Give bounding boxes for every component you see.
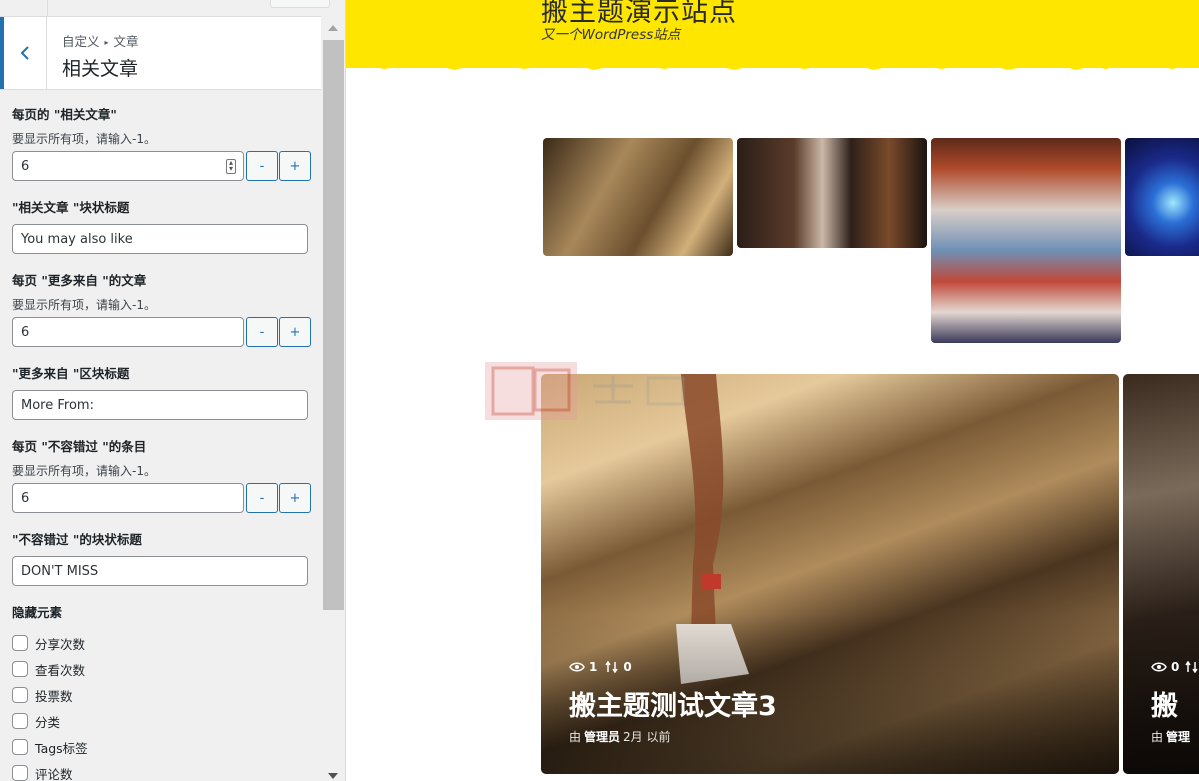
checkbox-label[interactable]: Tags标签 [35, 738, 88, 757]
control-label: 每页 "不容错过 "的条目 [12, 439, 147, 454]
related-post-thumbnail[interactable] [737, 138, 927, 248]
sidebar-scrollbar[interactable] [322, 16, 345, 781]
more-from-count-control: 每页 "更多来自 "的文章 要显示所有项，请输入-1。 6 - + [12, 272, 312, 347]
dont-miss-count-control: 每页 "不容错过 "的条目 要显示所有项，请输入-1。 6 - + [12, 438, 312, 513]
post-stats: 1 0 [569, 660, 632, 674]
related-post-thumbnail[interactable] [543, 138, 733, 256]
breadcrumb-root: 自定义 [62, 34, 100, 49]
control-label: "不容错过 "的块状标题 [12, 532, 142, 547]
related-posts-count-control: 每页的 "相关文章" 要显示所有项，请输入-1。 6 ▴ ▾ - + [12, 106, 312, 181]
section-title: 相关文章 [62, 58, 139, 80]
back-button[interactable] [0, 17, 47, 89]
checkbox[interactable] [12, 713, 28, 729]
control-description: 要显示所有项，请输入-1。 [12, 298, 156, 312]
related-posts-title-input[interactable]: You may also like [12, 224, 308, 254]
control-description: 要显示所有项，请输入-1。 [12, 132, 156, 146]
customizer-topbar [0, 0, 345, 16]
post-title[interactable]: 搬主题测试文章3 [569, 684, 777, 723]
view-count: 1 [589, 660, 598, 674]
control-label: 隐藏元素 [12, 605, 63, 620]
input-value: 6 [21, 490, 30, 506]
spinner-icon[interactable]: ▴ ▾ [226, 159, 236, 174]
publish-button[interactable] [270, 0, 330, 8]
scroll-down-arrow-icon[interactable] [328, 773, 338, 779]
related-post-thumbnail[interactable] [1125, 138, 1199, 256]
post-time: 2月 以前 [623, 730, 671, 744]
checkbox-item[interactable]: 投票数 [12, 682, 312, 708]
post-by-label: 由 [1151, 730, 1164, 744]
checkbox-item[interactable]: 评论数 [12, 760, 312, 781]
controls-panel: 每页的 "相关文章" 要显示所有项，请输入-1。 6 ▴ ▾ - + "相关文章 … [12, 106, 312, 781]
scrollbar-thumb[interactable] [323, 40, 344, 610]
dont-miss-title-input[interactable]: DON'T MISS [12, 556, 308, 586]
breadcrumb-separator-icon: ▸ [104, 38, 109, 47]
hide-elements-control: 隐藏元素 分享次数 查看次数 投票数 分类 Tags标签 评论数 [12, 604, 312, 781]
post-meta: 由管理员 2月 以前 [569, 728, 670, 745]
increment-button[interactable]: + [279, 151, 311, 181]
dont-miss-title-control: "不容错过 "的块状标题 DON'T MISS [12, 531, 312, 586]
control-label: 每页的 "相关文章" [12, 107, 117, 122]
checkbox[interactable] [12, 687, 28, 703]
checkbox[interactable] [12, 765, 28, 781]
eye-icon [1151, 662, 1167, 672]
related-posts-title-control: "相关文章 "块状标题 You may also like [12, 199, 312, 254]
scroll-up-arrow-icon[interactable] [328, 25, 338, 31]
checkbox-label[interactable]: 分类 [35, 712, 60, 731]
post-title[interactable]: 搬 [1151, 684, 1178, 723]
view-count: 0 [1171, 660, 1180, 674]
checkbox[interactable] [12, 739, 28, 755]
topbar-divider [47, 0, 48, 16]
checkbox-label[interactable]: 投票数 [35, 686, 73, 705]
site-tagline: 又一个WordPress站点 [541, 27, 681, 43]
more-from-title-input[interactable]: More From: [12, 390, 308, 420]
checkbox-item[interactable]: Tags标签 [12, 734, 312, 760]
share-arrows-icon [1185, 661, 1198, 673]
related-posts-count-input[interactable]: 6 ▴ ▾ [12, 151, 244, 181]
more-from-title-control: "更多来自 "区块标题 More From: [12, 365, 312, 420]
control-label: 每页 "更多来自 "的文章 [12, 273, 147, 288]
post-author[interactable]: 管理员 [584, 730, 620, 744]
checkbox-item[interactable]: 分类 [12, 708, 312, 734]
checkbox[interactable] [12, 635, 28, 651]
site-preview: 搬主题演示站点 又一个WordPress站点 1 0 搬主题测试文章3 由管理员… [346, 0, 1199, 781]
second-post-card[interactable]: 0 0 搬 由管理 [1123, 374, 1199, 774]
more-from-count-input[interactable]: 6 [12, 317, 244, 347]
post-stats: 0 0 [1151, 660, 1199, 674]
control-label: "相关文章 "块状标题 [12, 200, 130, 215]
checkbox-list: 分享次数 查看次数 投票数 分类 Tags标签 评论数 [12, 630, 312, 781]
checkbox-label[interactable]: 评论数 [35, 764, 73, 781]
control-description: 要显示所有项，请输入-1。 [12, 464, 156, 478]
checkbox-label[interactable]: 查看次数 [35, 660, 85, 679]
increment-button[interactable]: + [279, 317, 311, 347]
post-by-label: 由 [569, 730, 582, 744]
checkbox-item[interactable]: 查看次数 [12, 656, 312, 682]
increment-button[interactable]: + [279, 483, 311, 513]
post-author[interactable]: 管理 [1166, 730, 1190, 744]
checkbox-item[interactable]: 分享次数 [12, 630, 312, 656]
breadcrumb-parent: 文章 [113, 34, 139, 49]
chevron-left-icon [20, 46, 29, 60]
input-value: 6 [21, 158, 30, 174]
watermark-logo [485, 362, 685, 420]
breadcrumb: 自定义 ▸ 文章 [62, 31, 139, 50]
decrement-button[interactable]: - [246, 483, 278, 513]
control-label: "更多来自 "区块标题 [12, 366, 130, 381]
featured-post-card[interactable]: 1 0 搬主题测试文章3 由管理员 2月 以前 [541, 374, 1119, 774]
decrement-button[interactable]: - [246, 317, 278, 347]
related-post-thumbnail[interactable] [931, 138, 1121, 343]
post-meta: 由管理 [1151, 728, 1193, 745]
checkbox-label[interactable]: 分享次数 [35, 634, 85, 653]
customizer-sidebar: 自定义 ▸ 文章 相关文章 每页的 "相关文章" 要显示所有项，请输入-1。 6 ▴… [0, 0, 346, 781]
decrement-button[interactable]: - [246, 151, 278, 181]
eye-icon [569, 662, 585, 672]
site-header: 搬主题演示站点 又一个WordPress站点 [346, 0, 1199, 68]
torn-edge-decoration [346, 60, 1199, 70]
section-header: 自定义 ▸ 文章 相关文章 [0, 16, 321, 90]
dont-miss-count-input[interactable]: 6 [12, 483, 244, 513]
share-count: 0 [623, 660, 632, 674]
input-value: 6 [21, 324, 30, 340]
checkbox[interactable] [12, 661, 28, 677]
share-arrows-icon [605, 661, 618, 673]
